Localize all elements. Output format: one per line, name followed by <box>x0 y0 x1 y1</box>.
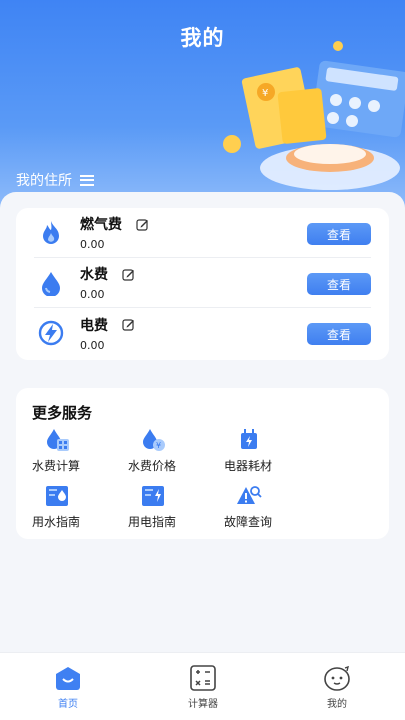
service-water-price[interactable]: ¥ 水费价格 <box>128 427 224 474</box>
service-water-calculation[interactable]: 水费计算 <box>32 427 128 474</box>
bill-name-gas: 燃气费 <box>80 217 122 233</box>
more-services-card: 更多服务 水费计算 ¥ 水费价格 电器耗材 用水指南 用电指南 故障查询 <box>16 388 389 539</box>
service-label: 水费计算 <box>32 459 81 473</box>
water-price-icon: ¥ <box>143 429 165 451</box>
fault-warning-icon <box>237 486 262 504</box>
menu-icon <box>80 174 94 186</box>
profile-icon <box>324 665 350 691</box>
water-calculator-icon <box>47 429 69 451</box>
edit-icon[interactable] <box>136 218 149 231</box>
water-guide-icon <box>46 486 68 506</box>
edit-icon[interactable] <box>122 318 135 331</box>
bill-name-water: 水费 <box>80 267 108 283</box>
service-electric-guide[interactable]: 用电指南 <box>128 483 224 530</box>
service-water-guide[interactable]: 用水指南 <box>32 483 128 530</box>
tab-home[interactable]: 首页 <box>28 665 108 710</box>
view-water-button[interactable]: 查看 <box>307 273 371 295</box>
appliance-icon <box>241 429 257 449</box>
bill-name-electric: 电费 <box>80 317 108 334</box>
tab-calculator[interactable]: 计算器 <box>163 665 243 710</box>
lightning-icon <box>36 318 66 348</box>
tab-label: 首页 <box>58 699 78 710</box>
bill-row-electric: 电费 0.00 查看 <box>34 308 371 358</box>
bill-amount-electric: 0.00 <box>80 338 105 352</box>
flame-icon <box>36 218 66 248</box>
svg-text:¥: ¥ <box>156 441 161 450</box>
bill-illustration: ¥ <box>223 41 405 190</box>
service-label: 电器耗材 <box>224 459 273 473</box>
bill-amount-water: 0.00 <box>80 288 105 301</box>
service-fault-query[interactable]: 故障查询 <box>224 483 320 530</box>
services-title: 更多服务 <box>32 404 93 422</box>
view-gas-button[interactable]: 查看 <box>307 223 371 245</box>
calculator-icon <box>190 665 216 691</box>
tab-profile[interactable]: 我的 <box>297 665 377 710</box>
water-drop-icon <box>36 268 66 298</box>
service-appliance-supplies[interactable]: 电器耗材 <box>224 427 320 474</box>
svg-text:¥: ¥ <box>262 88 268 99</box>
bill-row-gas: 燃气费 0.00 查看 <box>34 208 371 258</box>
bills-card: 燃气费 0.00 查看 水费 0.00 查看 电费 0.00 查看 <box>16 208 389 360</box>
bill-amount-gas: 0.00 <box>80 238 105 251</box>
edit-icon[interactable] <box>122 268 135 281</box>
residence-label: 我的住所 <box>16 173 72 189</box>
residence-selector[interactable]: 我的住所 <box>16 170 94 190</box>
bottom-tab-bar: 首页 计算器 我的 <box>0 652 405 720</box>
view-electric-button[interactable]: 查看 <box>307 323 371 345</box>
service-label: 水费价格 <box>128 459 177 473</box>
home-icon <box>56 667 80 690</box>
bill-row-water: 水费 0.00 查看 <box>34 258 371 308</box>
tab-label: 计算器 <box>188 699 218 710</box>
service-label: 用电指南 <box>128 515 177 529</box>
service-label: 故障查询 <box>224 515 273 529</box>
tab-label: 我的 <box>327 699 347 710</box>
service-label: 用水指南 <box>32 515 81 529</box>
electric-guide-icon <box>142 486 164 506</box>
